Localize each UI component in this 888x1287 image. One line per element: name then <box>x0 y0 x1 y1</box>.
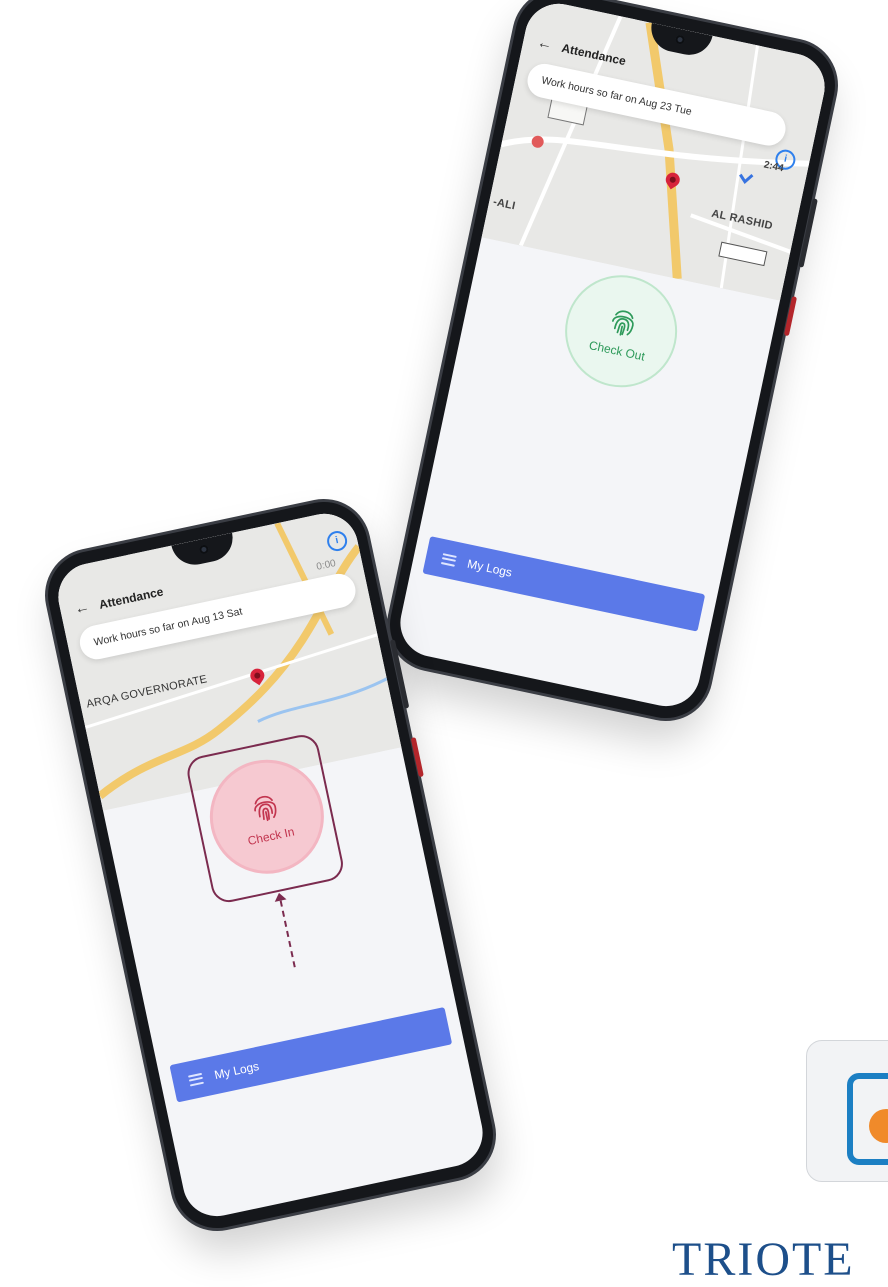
brand-name: TRIOTE <box>672 1233 855 1286</box>
phone-back: AL RASHID -ALI ← Attendance i Work hours… <box>381 0 844 727</box>
back-arrow-icon[interactable]: ← <box>73 598 91 618</box>
check-out-button[interactable]: Check Out <box>554 264 688 398</box>
fingerprint-icon <box>612 310 634 336</box>
camera <box>674 34 685 45</box>
list-icon <box>187 1072 204 1087</box>
map-roads <box>481 0 831 301</box>
my-logs-label: My Logs <box>213 1058 261 1083</box>
brand-logo-card <box>806 1040 888 1182</box>
check-out-label: Check Out <box>587 338 647 364</box>
back-arrow-icon[interactable]: ← <box>536 34 554 54</box>
map-view[interactable]: AL RASHID -ALI <box>481 0 831 301</box>
my-logs-button[interactable]: My Logs <box>422 536 706 632</box>
camera <box>198 544 209 555</box>
phone-back-screen: AL RASHID -ALI ← Attendance i Work hours… <box>394 0 831 713</box>
my-logs-label: My Logs <box>466 556 514 580</box>
arrow-line <box>279 900 296 968</box>
list-icon <box>440 552 457 567</box>
my-logs-button[interactable]: My Logs <box>169 1006 453 1103</box>
